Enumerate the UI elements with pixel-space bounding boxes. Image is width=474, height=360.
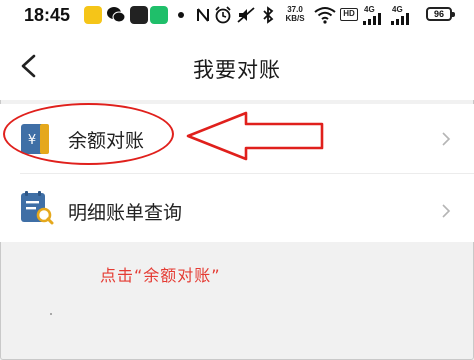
net-speed: 37.0 KB/S xyxy=(285,5,305,23)
alarm-icon xyxy=(215,6,231,24)
instruction-hint: 点击“余额对账” xyxy=(100,266,221,285)
nfc-icon xyxy=(197,8,209,22)
artifact-dot xyxy=(50,313,52,315)
list-item-bill-details-query[interactable]: 明细账单查询 xyxy=(0,174,474,243)
bluetooth-icon xyxy=(263,6,274,24)
status-time: 18:45 xyxy=(24,5,71,25)
notification-app-icon xyxy=(150,6,168,24)
pointer-arrow xyxy=(186,111,324,161)
highlight-ellipse xyxy=(3,103,174,165)
list-item-label: 明细账单查询 xyxy=(68,202,183,224)
chevron-right-icon xyxy=(442,132,451,146)
wifi-icon xyxy=(314,7,336,24)
hd-badge: HD xyxy=(340,8,358,21)
wechat-icon xyxy=(107,7,126,23)
chevron-right-icon xyxy=(442,204,451,218)
bill-search-icon xyxy=(21,191,54,225)
notification-app-icon xyxy=(84,6,102,24)
page-title: 我要对账 xyxy=(193,58,281,82)
signal-icon xyxy=(391,13,409,25)
mute-icon xyxy=(237,7,255,23)
dot-icon xyxy=(178,12,184,18)
nav-bar: 我要对账 xyxy=(0,32,474,100)
battery-icon: 96 xyxy=(426,7,455,21)
signal-icon xyxy=(363,13,381,25)
notification-app-icon xyxy=(130,6,148,24)
status-bar: 18:45 37.0 KB/S HD 4G 4G 96 xyxy=(0,0,474,32)
